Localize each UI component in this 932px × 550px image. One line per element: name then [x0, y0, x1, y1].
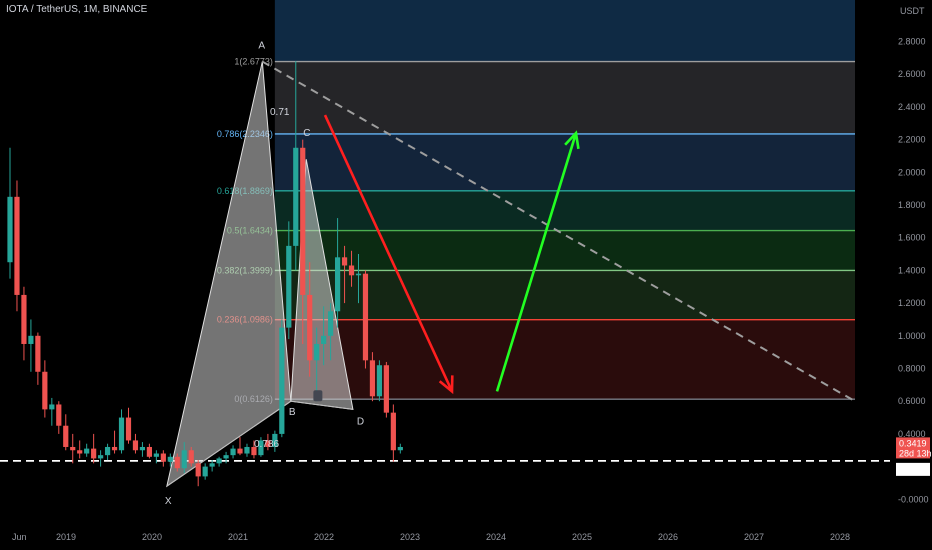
candle-body: [328, 311, 334, 336]
candle-body: [314, 343, 320, 361]
candle-body: [111, 446, 118, 451]
fib-zone: [274, 133, 855, 191]
harmonic-xab-triangle: [166, 61, 292, 488]
candle-body: [14, 196, 20, 295]
support-price-label: 0.2350: [899, 465, 927, 475]
candle-body: [334, 257, 341, 312]
y-tick-label: -0.0000: [898, 494, 929, 504]
candle-body: [28, 335, 34, 344]
price-chart[interactable]: 1(2.6773)0.786(2.2346)0.618(1.8869)0.5(1…: [0, 0, 932, 550]
candle-body: [160, 453, 166, 462]
candle-body: [293, 147, 299, 246]
candle-body: [104, 446, 111, 456]
candle-body: [307, 294, 313, 361]
candle-body: [132, 440, 139, 451]
candle-body: [7, 196, 13, 263]
pattern-point-label: A: [258, 41, 265, 52]
candle-body: [348, 265, 355, 276]
y-tick-label: 1.8000: [898, 200, 926, 210]
x-tick-label: 2023: [400, 532, 420, 542]
x-tick-label: 2021: [228, 532, 248, 542]
pattern-point-label: D: [357, 416, 364, 427]
x-tick-label: 2025: [572, 532, 592, 542]
x-tick-label: 2028: [830, 532, 850, 542]
x-tick-label: 2022: [314, 532, 334, 542]
candle-body: [321, 335, 327, 344]
candle-body: [383, 365, 389, 413]
x-tick-label: 2027: [744, 532, 764, 542]
candle-body: [390, 412, 396, 451]
candle-body: [202, 466, 208, 477]
candle-body: [146, 446, 152, 457]
candle-body: [244, 446, 250, 454]
candle-body: [98, 455, 104, 459]
pattern-point-label: C: [303, 128, 310, 139]
candle-body: [77, 450, 83, 454]
y-tick-label: 2.4000: [898, 102, 926, 112]
candle-body: [167, 456, 173, 462]
y-tick-label: 1.6000: [898, 233, 926, 243]
candle-body: [181, 450, 187, 469]
candle-body: [209, 463, 215, 467]
y-tick-label: 2.6000: [898, 69, 926, 79]
candle-body: [35, 335, 41, 372]
candle-body: [195, 463, 201, 477]
y-tick-label: 2.0000: [898, 167, 926, 177]
candle-body: [42, 371, 48, 410]
candle-body: [84, 448, 90, 454]
current-price-label: 0.3419: [899, 438, 927, 448]
y-tick-label: 2.2000: [898, 135, 926, 145]
x-tick-label: 2024: [486, 532, 506, 542]
candle-body: [230, 448, 236, 456]
event-marker: [313, 390, 323, 402]
x-tick-label: 2026: [658, 532, 678, 542]
fib-zone: [274, 270, 855, 320]
candle-body: [70, 446, 76, 451]
candle-body: [153, 453, 159, 457]
y-tick-label: 1.2000: [898, 298, 926, 308]
candle-body: [125, 417, 132, 441]
pattern-ratio-label: 0.786: [254, 439, 279, 450]
x-tick-label: 2020: [142, 532, 162, 542]
y-tick-label: 1.0000: [898, 331, 926, 341]
y-tick-label: 2.8000: [898, 37, 926, 47]
x-tick-label: Jun: [12, 532, 27, 542]
candle-body: [56, 404, 62, 426]
candle-body: [279, 327, 285, 434]
candle-body: [188, 450, 194, 464]
x-tick-label: 2019: [56, 532, 76, 542]
candle-body: [300, 147, 306, 295]
candle-body: [174, 456, 180, 469]
candle-body: [49, 404, 55, 410]
fib-zone-top: [274, 0, 855, 62]
candle-body: [21, 294, 27, 344]
candle-body: [362, 273, 369, 361]
candle-body: [139, 446, 146, 451]
y-tick-label: 0.6000: [898, 396, 926, 406]
countdown-label: 28d 13h: [899, 448, 932, 458]
pattern-ratio-label: 0.71: [270, 107, 290, 118]
pattern-point-label: B: [289, 407, 296, 418]
candle-body: [376, 365, 383, 397]
fib-zone: [274, 61, 855, 134]
axis-currency-label: USDT: [900, 6, 925, 16]
candle-body: [63, 425, 69, 447]
fib-zone: [274, 319, 855, 400]
pattern-point-label: X: [165, 496, 172, 507]
candle-body: [355, 273, 362, 276]
fib-zone: [274, 230, 855, 271]
candle-body: [216, 458, 222, 464]
candle-body: [341, 257, 348, 266]
y-tick-label: 0.8000: [898, 364, 926, 374]
y-tick-label: 1.4000: [898, 265, 926, 275]
candle-body: [118, 417, 125, 451]
candle-body: [91, 448, 97, 459]
candle-body: [223, 455, 229, 459]
candle-body: [397, 446, 403, 451]
candle-body: [286, 245, 292, 328]
candle-body: [369, 360, 376, 397]
candle-body: [237, 448, 243, 454]
